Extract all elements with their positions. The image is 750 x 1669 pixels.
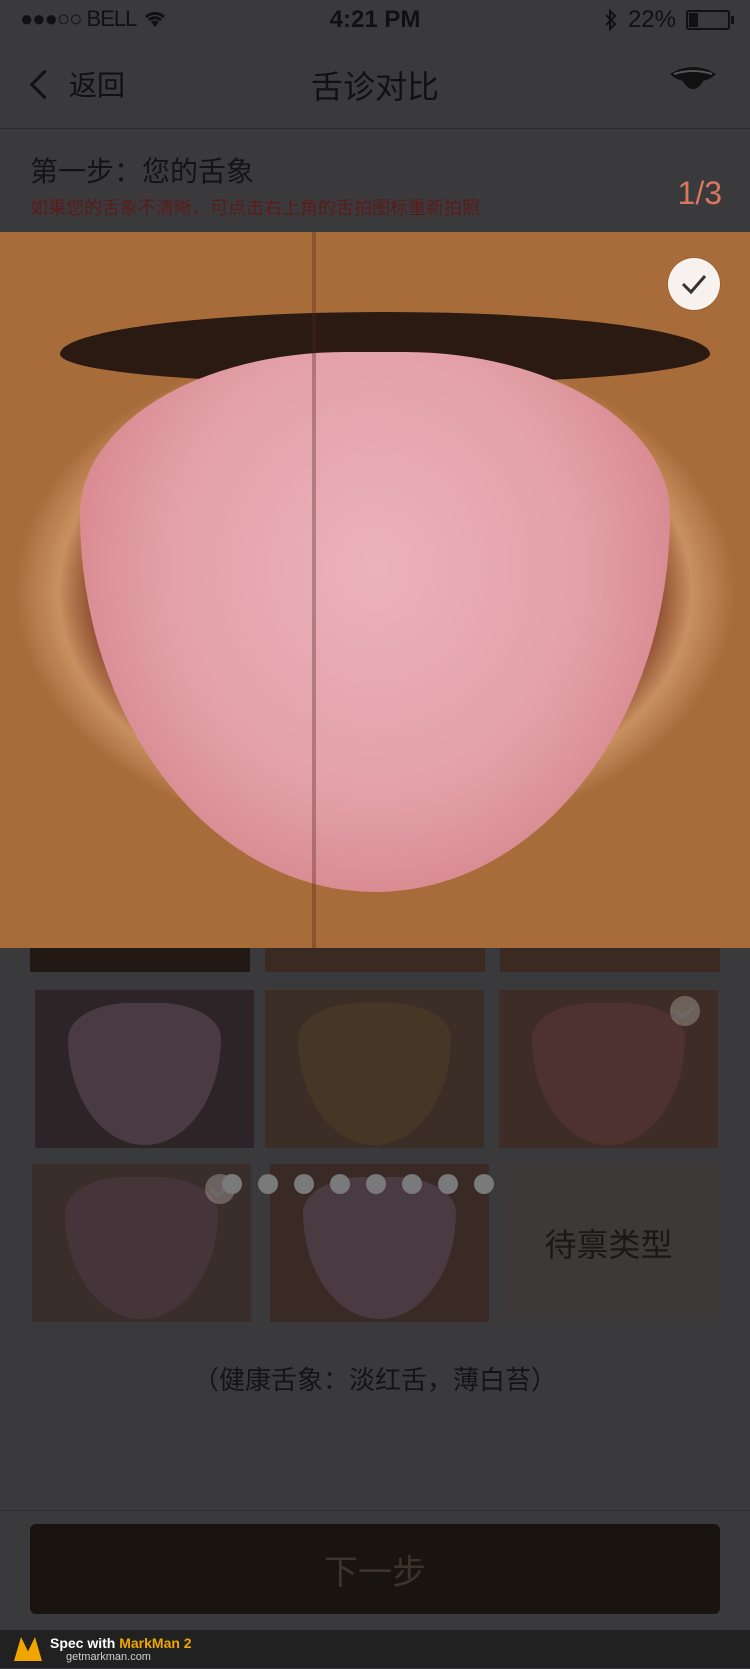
tongue-thumbnail-shape (302, 1176, 457, 1319)
thumbnail-partial[interactable] (500, 948, 720, 972)
step-hint: 如果您的舌象不清晰，可点击右上角的舌拍图标重新拍照 (30, 198, 480, 219)
status-right: 22% (604, 6, 734, 34)
thumbnail-row-top (30, 948, 720, 972)
tongue-thumbnail[interactable] (499, 990, 718, 1148)
tongue-thumbnail-shape (297, 1002, 452, 1145)
markman-brand: MarkMan 2 (119, 1635, 192, 1651)
next-step-button[interactable]: 下一步 (30, 1524, 720, 1614)
status-bar: ●●●○○ BELL 4:21 PM 22% (0, 0, 750, 42)
pager-dot[interactable] (366, 1174, 386, 1194)
tongue-thumbnail[interactable] (35, 990, 254, 1148)
thumbnail-partial[interactable] (30, 948, 250, 972)
pager-dot[interactable] (474, 1174, 494, 1194)
tongue-thumbnail-shape (531, 1002, 686, 1145)
bluetooth-icon (605, 9, 617, 31)
tongue-type-tile[interactable]: 待禀类型 (499, 1164, 718, 1322)
pager-dot[interactable] (402, 1174, 422, 1194)
markman-prefix: Spec with (50, 1635, 120, 1651)
page-title: 舌诊对比 (310, 68, 439, 106)
markman-logo (14, 1637, 42, 1661)
markman-url: getmarkman.com (66, 1651, 151, 1663)
pager-dots (222, 1174, 494, 1194)
tongue-thumbnail-shape (67, 1002, 222, 1145)
next-step-label: 下一步 (324, 1552, 426, 1593)
pager-dot[interactable] (222, 1174, 242, 1194)
tongue-thumbnail-shape (64, 1176, 219, 1319)
check-icon[interactable] (670, 996, 700, 1026)
battery-icon (686, 10, 734, 30)
selected-check-icon[interactable] (668, 258, 720, 310)
markman-bar: Spec with MarkMan 2 getmarkman.com (0, 1630, 750, 1668)
tongue-photo[interactable] (0, 232, 750, 948)
pager-dot[interactable] (330, 1174, 350, 1194)
tongue-thumbnail[interactable] (265, 990, 484, 1148)
photo-counter: 1/3 (677, 175, 722, 211)
battery-percent: 22% (627, 6, 676, 33)
photo-crease (312, 232, 316, 948)
markman-title: Spec with MarkMan 2 (50, 1635, 192, 1651)
health-caption: （健康舌象：淡红舌，薄白苔） (192, 1366, 557, 1396)
tongue-shape (80, 352, 670, 892)
thumbnail-partial[interactable] (265, 948, 485, 972)
pager-dot[interactable] (294, 1174, 314, 1194)
tongue-thumbnail[interactable] (32, 1164, 251, 1322)
tongue-mouth-icon[interactable] (668, 64, 718, 98)
nav-bar: 返回 舌诊对比 (0, 42, 750, 129)
tongue-type-label: 待禀类型 (544, 1226, 673, 1264)
pager-dot[interactable] (258, 1174, 278, 1194)
pager-dot[interactable] (438, 1174, 458, 1194)
step-title: 第一步：您的舌象 (30, 155, 255, 188)
